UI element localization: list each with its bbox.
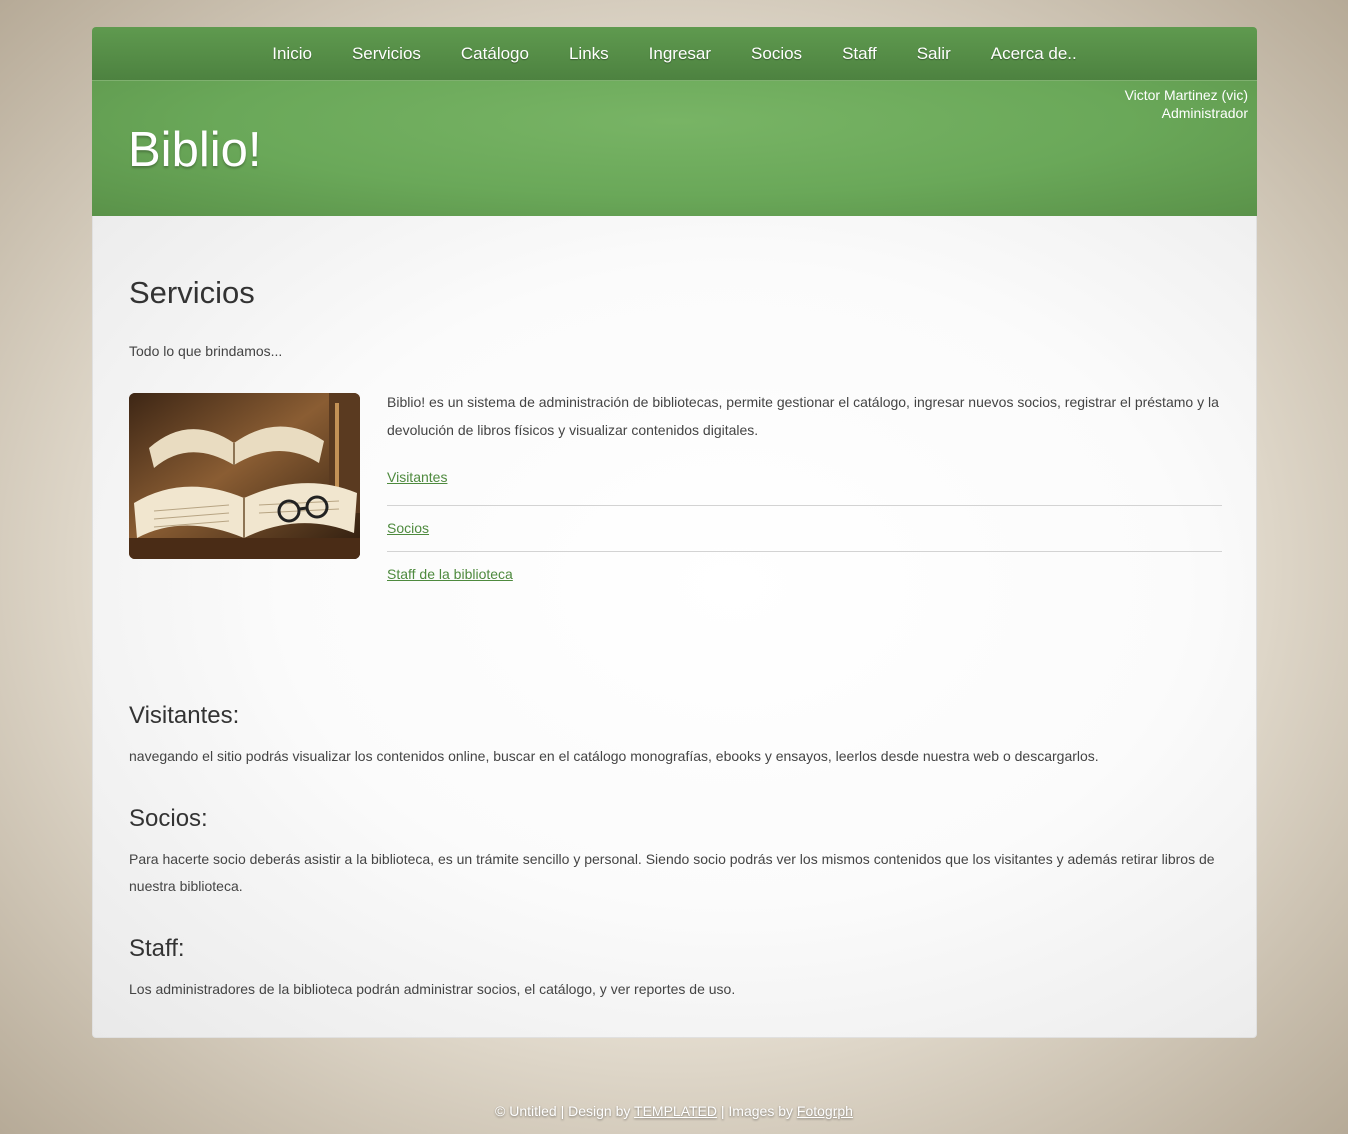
list-item: Socios bbox=[387, 505, 1222, 551]
site-header: Victor Martinez (vic) Administrador Bibl… bbox=[92, 81, 1257, 216]
books-image bbox=[129, 393, 360, 559]
list-item: Visitantes bbox=[387, 459, 1222, 505]
user-name: Victor Martinez (vic) bbox=[1124, 87, 1248, 103]
open-book-illustration bbox=[129, 393, 360, 559]
main-content: Servicios Todo lo que brindamos... Bibli… bbox=[92, 216, 1257, 1038]
user-role: Administrador bbox=[1161, 105, 1248, 121]
service-description: Biblio! es un sistema de administración … bbox=[387, 394, 1219, 438]
section-text-staff: Los administradores de la biblioteca pod… bbox=[129, 981, 736, 997]
link-socios[interactable]: Socios bbox=[387, 520, 429, 536]
templated-link[interactable]: TEMPLATED bbox=[634, 1103, 717, 1119]
site-footer: © Untitled | Design by TEMPLATED | Image… bbox=[0, 1103, 1348, 1119]
nav-item-catalogo[interactable]: Catálogo bbox=[461, 44, 529, 64]
nav-item-staff[interactable]: Staff bbox=[842, 44, 877, 64]
nav-item-salir[interactable]: Salir bbox=[917, 44, 951, 64]
top-nav: Inicio Servicios Catálogo Links Ingresar… bbox=[92, 27, 1257, 81]
page-wrapper: Inicio Servicios Catálogo Links Ingresar… bbox=[92, 27, 1257, 1038]
nav-item-ingresar[interactable]: Ingresar bbox=[649, 44, 711, 64]
fotogrph-link[interactable]: Fotogrph bbox=[797, 1103, 853, 1119]
nav-item-socios[interactable]: Socios bbox=[751, 44, 802, 64]
link-staff-biblioteca[interactable]: Staff de la biblioteca bbox=[387, 566, 513, 582]
page-title: Servicios bbox=[129, 275, 255, 310]
page-intro: Todo lo que brindamos... bbox=[129, 343, 283, 359]
nav-item-inicio[interactable]: Inicio bbox=[272, 44, 312, 64]
section-text-socios: Para hacerte socio deberás asistir a la … bbox=[129, 851, 1215, 894]
footer-images-label: | Images by bbox=[717, 1103, 797, 1119]
section-text-visitantes: navegando el sitio podrás visualizar los… bbox=[129, 748, 1099, 764]
footer-copyright: © Untitled | Design by bbox=[495, 1103, 635, 1119]
site-title: Biblio! bbox=[128, 123, 262, 177]
section-heading-staff: Staff: bbox=[129, 935, 185, 962]
section-heading-socios: Socios: bbox=[129, 805, 208, 832]
nav-item-acerca[interactable]: Acerca de.. bbox=[991, 44, 1077, 64]
user-info: Victor Martinez (vic) Administrador bbox=[1125, 86, 1248, 122]
list-item: Staff de la biblioteca bbox=[387, 551, 1222, 597]
service-links: Visitantes Socios Staff de la biblioteca bbox=[387, 459, 1222, 597]
section-heading-visitantes: Visitantes: bbox=[129, 702, 240, 729]
nav-item-links[interactable]: Links bbox=[569, 44, 609, 64]
link-visitantes[interactable]: Visitantes bbox=[387, 469, 447, 485]
nav-item-servicios[interactable]: Servicios bbox=[352, 44, 421, 64]
